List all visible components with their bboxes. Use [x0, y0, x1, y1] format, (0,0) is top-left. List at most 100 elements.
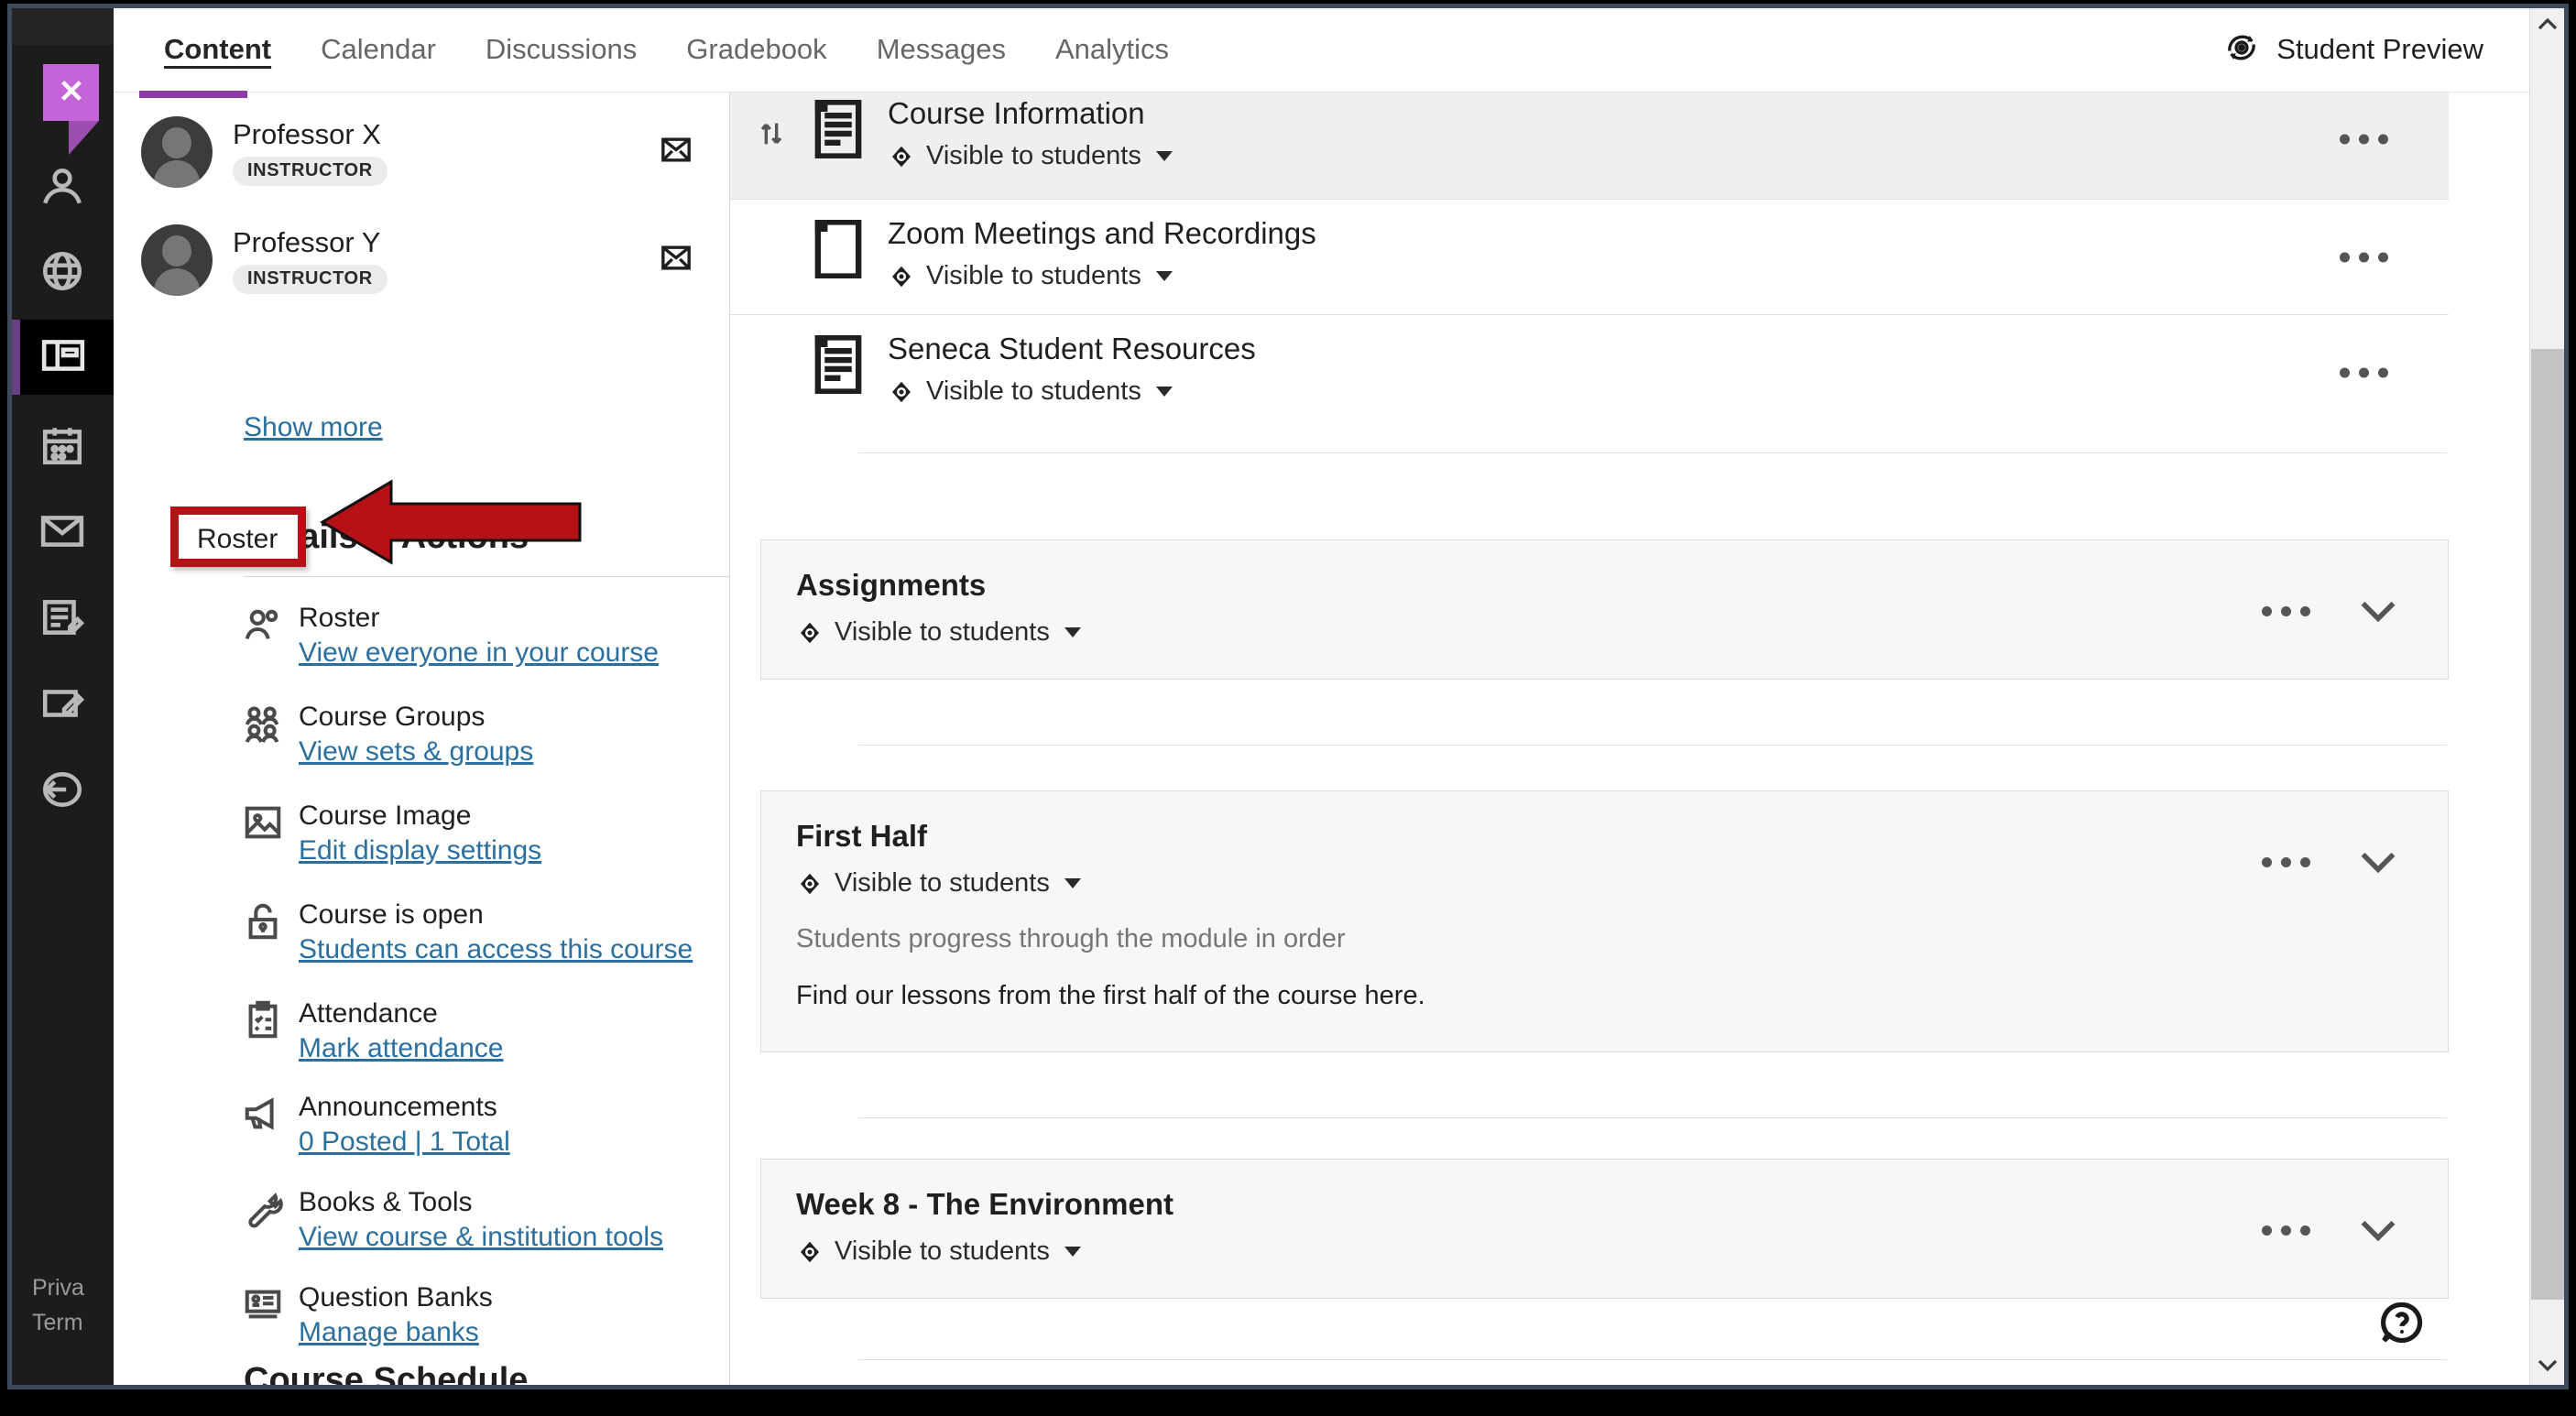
chevron-down-icon — [1064, 878, 1081, 888]
chevron-down-icon[interactable] — [2358, 1216, 2398, 1246]
more-options-icon[interactable] — [2340, 367, 2388, 377]
nav-profile[interactable] — [25, 150, 100, 225]
sidebar-item-books-tools[interactable]: Books & Tools View course & institution … — [242, 1186, 663, 1257]
nav-tools[interactable] — [25, 668, 100, 743]
visibility-dropdown[interactable]: Visible to students — [888, 141, 1173, 171]
chevron-down-icon — [1064, 1247, 1081, 1257]
course-image-link[interactable]: Edit display settings — [299, 833, 541, 870]
sidebar-item-question-banks[interactable]: Question Banks Manage banks — [242, 1281, 493, 1352]
course-groups-text: Course Groups View sets & groups — [299, 701, 533, 771]
more-options-icon[interactable] — [2262, 1225, 2310, 1236]
email-instructor-button[interactable] — [660, 243, 692, 278]
scroll-down-button[interactable] — [2530, 1350, 2564, 1385]
tab-gradebook[interactable]: Gradebook — [661, 8, 851, 91]
eye-icon — [796, 619, 824, 647]
more-options-icon[interactable] — [2262, 857, 2310, 867]
reorder-handle[interactable] — [756, 116, 787, 156]
sign-out-icon — [39, 767, 85, 817]
grades-icon — [39, 594, 85, 645]
clipboard-check-icon — [242, 999, 284, 1041]
page-scrollbar[interactable] — [2529, 8, 2564, 1385]
more-options-icon[interactable] — [2340, 252, 2388, 262]
scroll-up-button[interactable] — [2530, 8, 2564, 43]
annotation-arrow — [320, 479, 582, 565]
tab-content[interactable]: Content — [139, 8, 296, 91]
close-icon — [57, 76, 86, 110]
visibility-dropdown[interactable]: Visible to students — [888, 261, 1173, 291]
sidebar-item-course-groups[interactable]: Course Groups View sets & groups — [242, 701, 533, 771]
active-tab-indicator — [139, 91, 247, 98]
student-preview-icon — [2222, 28, 2261, 71]
books-tools-link[interactable]: View course & institution tools — [299, 1219, 663, 1257]
nav-messages[interactable] — [25, 496, 100, 571]
tab-messages[interactable]: Messages — [852, 8, 1031, 91]
sidebar-item-course-open[interactable]: Course is open Students can access this … — [242, 899, 693, 969]
announcements-link[interactable]: 0 Posted | 1 Total — [299, 1124, 510, 1161]
eye-icon — [796, 870, 824, 898]
person-icon — [39, 163, 85, 213]
course-groups-link[interactable]: View sets & groups — [299, 734, 533, 771]
avatar — [141, 224, 213, 296]
chevron-down-icon[interactable] — [2358, 848, 2398, 877]
nav-sign-out[interactable] — [25, 754, 100, 829]
visibility-dropdown[interactable]: Visible to students — [796, 617, 1081, 648]
visibility-dropdown[interactable]: Visible to students — [796, 868, 1081, 899]
sidebar-item-announcements[interactable]: Announcements 0 Posted | 1 Total — [242, 1091, 510, 1161]
chevron-down-icon[interactable] — [2358, 597, 2398, 626]
course-open-text: Course is open Students can access this … — [299, 899, 693, 969]
content-card[interactable]: Week 8 - The Environment Visible to stud… — [760, 1159, 2449, 1299]
roster-link[interactable]: View everyone in your course — [299, 635, 659, 672]
chevron-down-icon — [1155, 151, 1173, 161]
eye-icon — [888, 378, 915, 406]
screenshot-root: Priva Term Content Calendar Discussions … — [0, 0, 2576, 1416]
student-preview-button[interactable]: Student Preview — [2222, 8, 2483, 91]
nav-institution[interactable] — [25, 235, 100, 310]
email-instructor-button[interactable] — [660, 135, 692, 170]
close-panel-button[interactable] — [43, 64, 99, 121]
content-row[interactable]: Zoom Meetings and Recordings Visible to … — [730, 199, 2449, 314]
edit-schedule-button[interactable] — [722, 1373, 729, 1385]
rail-footer-links: Priva Term — [32, 1270, 84, 1342]
roster-title: Roster — [299, 603, 380, 633]
books-tools-title: Books & Tools — [299, 1187, 473, 1217]
tab-calendar[interactable]: Calendar — [296, 8, 461, 91]
nav-courses[interactable] — [12, 320, 114, 395]
nav-grades[interactable] — [25, 582, 100, 657]
eye-icon — [888, 143, 915, 170]
content-card[interactable]: Assignments Visible to students — [760, 539, 2449, 680]
sidebar-item-course-image[interactable]: Course Image Edit display settings — [242, 800, 541, 870]
course-open-link[interactable]: Students can access this course — [299, 931, 693, 969]
card-title: Assignments — [796, 568, 987, 602]
courses-icon — [40, 332, 86, 383]
books-tools-text: Books & Tools View course & institution … — [299, 1186, 663, 1257]
divider — [858, 1359, 2447, 1360]
more-options-icon[interactable] — [2340, 134, 2388, 145]
question-banks-text: Question Banks Manage banks — [299, 1281, 493, 1352]
tab-list: Content Calendar Discussions Gradebook M… — [114, 8, 1194, 91]
globe-icon — [39, 248, 85, 299]
content-card[interactable]: First Half Visible to students Students … — [760, 790, 2449, 1052]
visibility-dropdown[interactable]: Visible to students — [888, 376, 1173, 407]
sidebar-item-attendance[interactable]: Attendance Mark attendance — [242, 997, 503, 1068]
sidebar-item-roster[interactable]: Roster View everyone in your course — [242, 602, 659, 672]
close-button-tail — [69, 121, 99, 155]
tab-analytics[interactable]: Analytics — [1031, 8, 1194, 91]
more-options-icon[interactable] — [2262, 606, 2310, 616]
tab-discussions[interactable]: Discussions — [461, 8, 661, 91]
content-row[interactable]: Seneca Student Resources Visible to stud… — [730, 314, 2449, 430]
privacy-link[interactable]: Priva — [32, 1270, 84, 1306]
content-row[interactable]: Course Information Visible to students — [730, 93, 2449, 199]
role-badge: INSTRUCTOR — [233, 265, 387, 295]
visibility-label: Visible to students — [926, 376, 1141, 406]
help-button[interactable] — [2378, 1299, 2426, 1346]
show-more-link[interactable]: Show more — [244, 412, 383, 443]
card-title: First Half — [796, 819, 928, 853]
scrollbar-thumb[interactable] — [2531, 349, 2564, 1300]
terms-link[interactable]: Term — [32, 1305, 84, 1341]
visibility-label: Visible to students — [926, 141, 1141, 170]
nav-calendar[interactable] — [25, 409, 100, 485]
question-banks-link[interactable]: Manage banks — [299, 1314, 493, 1352]
attendance-link[interactable]: Mark attendance — [299, 1030, 503, 1068]
roster-people-icon — [242, 604, 284, 646]
visibility-dropdown[interactable]: Visible to students — [796, 1236, 1081, 1267]
